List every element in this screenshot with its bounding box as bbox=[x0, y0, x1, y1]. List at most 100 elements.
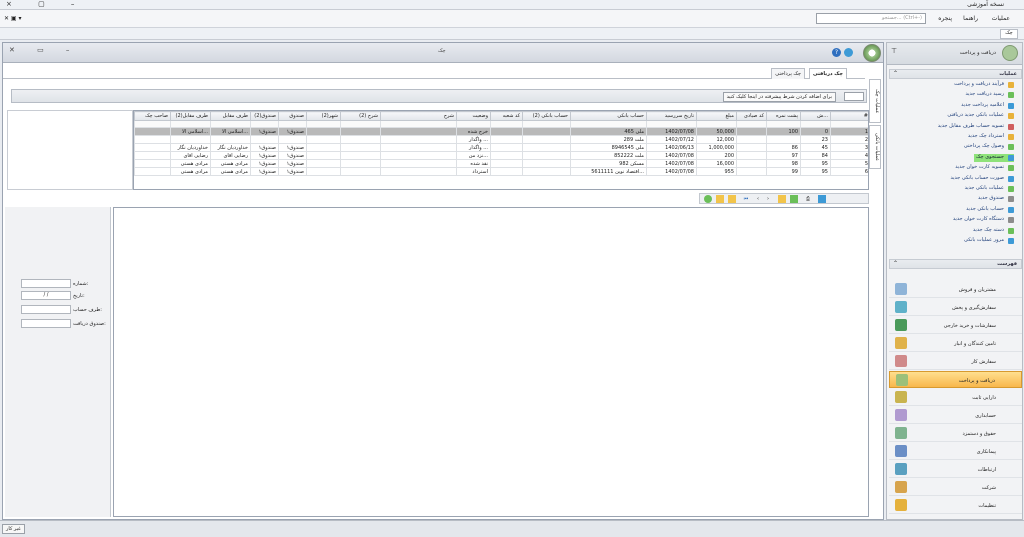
filter-cell[interactable] bbox=[800, 120, 831, 128]
operation-item[interactable]: صندوق جدید bbox=[978, 195, 1014, 203]
module-item[interactable]: تامین کنندگان و انبار bbox=[889, 335, 1022, 352]
module-item[interactable]: حقوق و دستمزد bbox=[889, 425, 1022, 442]
pin-icon[interactable]: ⊤ bbox=[891, 47, 897, 55]
operation-item[interactable]: تسویه حساب طرف مقابل جدید bbox=[938, 123, 1014, 131]
filter-cell[interactable] bbox=[570, 120, 647, 128]
column-header[interactable]: شرح (2) bbox=[340, 111, 381, 121]
advanced-filter-button[interactable]: برای اضافه کردن شرط پیشرفته در اینجا کلی… bbox=[722, 92, 836, 102]
date-field[interactable]: / / bbox=[21, 291, 71, 300]
module-item[interactable]: دریافت و پرداخت bbox=[889, 371, 1022, 388]
grid-scroll-area[interactable] bbox=[7, 110, 133, 190]
operation-item[interactable]: جستجوی چک bbox=[974, 153, 1014, 162]
column-header[interactable]: صندوق(2) bbox=[250, 111, 279, 121]
column-header[interactable]: طرف مقابل bbox=[210, 111, 251, 121]
filter-icon[interactable] bbox=[716, 195, 724, 203]
vtab-bank-ops[interactable]: عملیات بانکی bbox=[869, 125, 881, 169]
column-header[interactable]: حساب بانکی (2) bbox=[522, 111, 571, 121]
table-row[interactable]: مرادی هستی مرادی هستی صندوق۱ صندوق۱ استرداد ا… bbox=[134, 167, 868, 176]
operation-item[interactable]: عملیات بانکی جدید دریافتی bbox=[947, 112, 1014, 120]
filter-cell[interactable] bbox=[210, 120, 251, 128]
filter-cell[interactable] bbox=[340, 120, 381, 128]
column-header[interactable]: کد صیادی bbox=[736, 111, 767, 121]
tab-paid-checks[interactable]: چک پرداختی bbox=[771, 68, 805, 79]
column-header[interactable]: پشت نمره bbox=[766, 111, 801, 121]
column-header[interactable]: ش... bbox=[800, 111, 831, 121]
column-header[interactable]: وضعیت bbox=[456, 111, 491, 121]
first-page-icon[interactable]: ⏮ bbox=[742, 195, 750, 203]
operation-item[interactable]: فرآیند دریافت و پرداخت bbox=[954, 81, 1014, 89]
collapse-icon[interactable]: ⌃ bbox=[893, 260, 898, 267]
window-controls-inner[interactable]: ✕ ▭ – bbox=[9, 46, 79, 54]
filter-cell[interactable] bbox=[522, 120, 571, 128]
module-item[interactable]: سفارشات و خرید خارجی bbox=[889, 317, 1022, 334]
filter-cell[interactable] bbox=[278, 120, 307, 128]
table-row[interactable]: مرادی هستی مرادی هستی صندوق۱ صندوق۱ نقد شده م… bbox=[134, 159, 868, 168]
operations-section[interactable]: ⌃ عملیات bbox=[889, 69, 1022, 79]
operation-item[interactable]: مرور عملیات بانکی bbox=[964, 237, 1014, 245]
prev-icon[interactable]: ‹ bbox=[754, 195, 762, 203]
search-input[interactable]: جستجو... (Ctrl+-) bbox=[816, 13, 926, 24]
filter-cell[interactable] bbox=[250, 120, 279, 128]
column-header[interactable]: # bbox=[830, 111, 868, 121]
tab-check[interactable]: چک bbox=[1000, 29, 1018, 39]
operation-item[interactable]: حساب بانکی جدید bbox=[966, 206, 1014, 214]
operation-item[interactable]: دسته چک جدید bbox=[973, 227, 1014, 235]
settings-icon[interactable] bbox=[818, 195, 826, 203]
filter-cell[interactable] bbox=[170, 120, 211, 128]
column-header[interactable]: شرح bbox=[380, 111, 457, 121]
window-controls[interactable]: × ▢ – bbox=[6, 0, 86, 8]
filter-cell[interactable] bbox=[306, 120, 341, 128]
module-item[interactable]: شرکت bbox=[889, 479, 1022, 496]
status-button[interactable]: غیر کار bbox=[2, 524, 25, 534]
filter-cell[interactable] bbox=[380, 120, 457, 128]
operation-item[interactable]: دستگاه کارت خوان جدید bbox=[953, 216, 1014, 224]
refresh-icon[interactable] bbox=[704, 195, 712, 203]
table-row[interactable]: واگذار ... ملت 289 1402/07/12 12,000 23 2 bbox=[134, 135, 868, 144]
operation-item[interactable]: صورت حساب بانکی جدید bbox=[951, 175, 1014, 183]
column-header[interactable]: مبلغ bbox=[696, 111, 737, 121]
list-section[interactable]: ⌃ فهرست bbox=[889, 259, 1022, 269]
print-icon[interactable]: ⎙ bbox=[804, 195, 812, 203]
column-header[interactable]: طرف مقابل(2) bbox=[170, 111, 211, 121]
menu-help[interactable]: راهنما bbox=[963, 15, 978, 22]
module-item[interactable]: تنظیمات bbox=[889, 497, 1022, 514]
column-header[interactable]: شهر(2) bbox=[306, 111, 341, 121]
info-icon[interactable] bbox=[844, 48, 853, 57]
module-item[interactable]: پیمانکاری bbox=[889, 443, 1022, 460]
collapse-icon[interactable]: ⌃ bbox=[893, 70, 898, 77]
menu-operations[interactable]: عملیات bbox=[992, 15, 1010, 22]
filter-cell[interactable] bbox=[830, 120, 868, 128]
vtab-check-ops[interactable]: عملیات چک bbox=[869, 79, 881, 123]
help-icon[interactable]: ? bbox=[832, 48, 841, 57]
table-row[interactable]: رضایی اقای رضایی اقای صندوق۱ صندوق۱ نزد من..… bbox=[134, 151, 868, 160]
operation-item[interactable]: اعلامیه پرداخت جدید bbox=[961, 102, 1014, 110]
filter-cell[interactable] bbox=[490, 120, 523, 128]
filter-row[interactable] bbox=[134, 120, 868, 128]
module-item[interactable]: سفارش‌گیری و پخش bbox=[889, 299, 1022, 316]
module-item[interactable]: دارایی ثابت bbox=[889, 389, 1022, 406]
operation-item[interactable]: تسویه کارت خوان جدید bbox=[955, 164, 1014, 172]
export-icon[interactable] bbox=[790, 195, 798, 203]
filter-cell[interactable] bbox=[456, 120, 491, 128]
filter-cell[interactable] bbox=[696, 120, 737, 128]
module-item[interactable]: ارتباطات bbox=[889, 461, 1022, 478]
column-header[interactable]: تاریخ سررسید bbox=[646, 111, 697, 121]
module-item[interactable]: مشتریان و فروش bbox=[889, 281, 1022, 298]
columns-icon[interactable] bbox=[778, 195, 786, 203]
column-header[interactable]: صندوق bbox=[278, 111, 307, 121]
party-field[interactable] bbox=[21, 305, 71, 314]
operation-item[interactable]: وصول چک پرداختی bbox=[964, 143, 1014, 151]
operation-item[interactable]: استرداد چک جدید bbox=[968, 133, 1014, 141]
module-item[interactable]: سفارش کار bbox=[889, 353, 1022, 370]
filter-edit-icon[interactable] bbox=[728, 195, 736, 203]
number-field[interactable] bbox=[21, 279, 71, 288]
column-header[interactable]: کد شعبه bbox=[490, 111, 523, 121]
module-item[interactable]: حسابداری bbox=[889, 407, 1022, 424]
operation-item[interactable]: رسید دریافت جدید bbox=[965, 91, 1014, 99]
operation-item[interactable]: عملیات بانکی جدید bbox=[965, 185, 1014, 193]
next-icon[interactable]: › bbox=[764, 195, 772, 203]
tab-received-checks[interactable]: چک دریافتی bbox=[808, 68, 847, 79]
filter-cell[interactable] bbox=[736, 120, 767, 128]
filter-clear-button[interactable] bbox=[844, 92, 864, 101]
filter-cell[interactable] bbox=[646, 120, 697, 128]
